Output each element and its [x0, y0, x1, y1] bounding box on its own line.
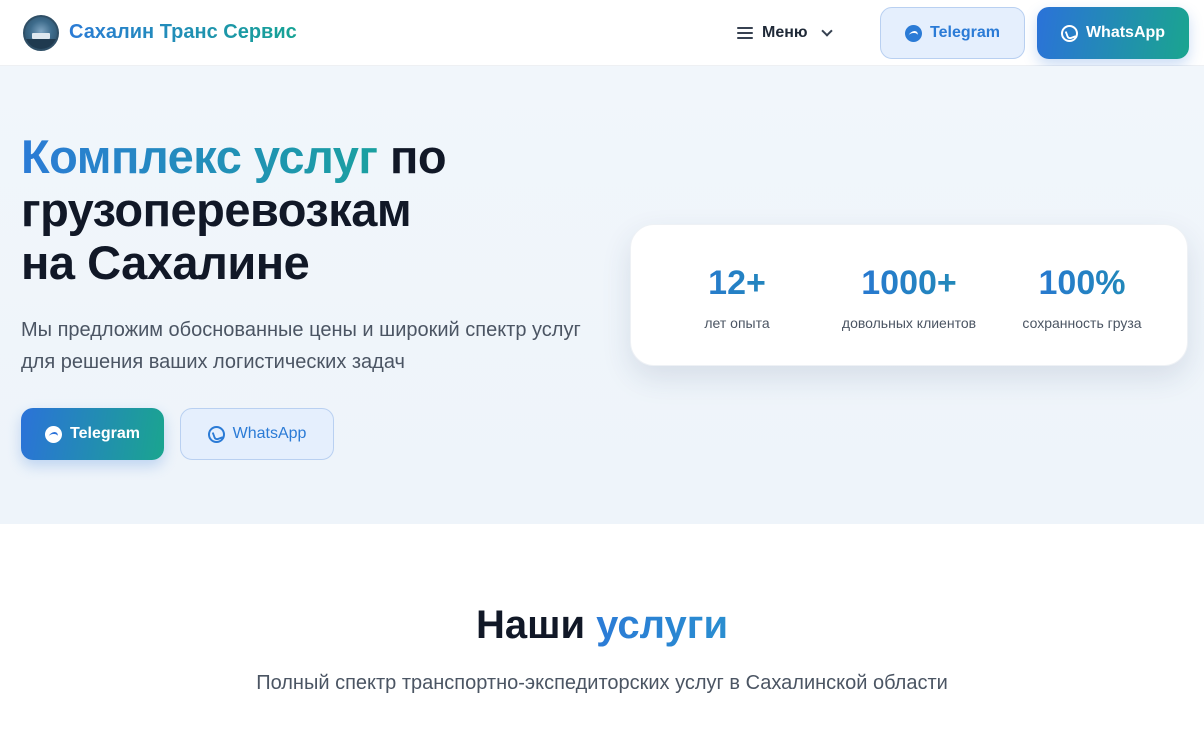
stat-value: 12+ — [651, 263, 823, 303]
hero-subtitle: Мы предложим обоснованные цены и широкий… — [21, 319, 581, 373]
header-telegram-label: Telegram — [930, 24, 1000, 41]
hero-title-accent: Комплекс услуг — [21, 130, 378, 183]
services-title: Наши услуги — [0, 603, 1204, 648]
stats-card: 12+ лет опыта 1000+ довольных клиентов 1… — [630, 224, 1188, 366]
hero-whatsapp-label: WhatsApp — [232, 425, 307, 442]
hero-whatsapp-button[interactable]: WhatsApp — [180, 408, 334, 460]
menu-dropdown[interactable]: Меню — [737, 22, 833, 44]
services-title-plain: Наши — [475, 603, 597, 647]
stat-value: 1000+ — [823, 263, 995, 303]
header-whatsapp-button[interactable]: WhatsApp — [1037, 7, 1189, 59]
logo[interactable] — [23, 15, 59, 51]
stat-label: довольных клиентов — [841, 315, 977, 331]
whatsapp-icon — [1060, 24, 1078, 42]
stat-label: лет опыта — [704, 315, 770, 331]
hero-title-line-2: грузоперевозкам — [21, 183, 412, 236]
telegram-icon — [905, 24, 923, 42]
whatsapp-icon — [207, 425, 225, 443]
menu-label: Меню — [762, 24, 808, 41]
hero-title-line-3: на Сахалине — [21, 236, 310, 289]
telegram-icon — [45, 425, 63, 443]
stat-label: сохранность груза — [1022, 315, 1142, 331]
header-telegram-button[interactable]: Telegram — [880, 7, 1025, 59]
hero-telegram-label: Telegram — [70, 425, 140, 442]
stat-clients: 1000+ довольных клиентов — [823, 263, 995, 331]
header-whatsapp-label: WhatsApp — [1085, 24, 1166, 41]
stat-cargo-safety: 100% сохранность груза — [996, 263, 1168, 331]
brand-name[interactable]: Сахалин Транс Сервис — [69, 21, 297, 44]
stat-value: 100% — [996, 263, 1168, 303]
hero-telegram-button[interactable]: Telegram — [21, 408, 164, 460]
site-header: Сахалин Транс Сервис Меню Telegram Whats… — [0, 0, 1204, 66]
hero-title-rest: по — [377, 130, 447, 183]
services-title-accent: услуги — [596, 603, 729, 647]
menu-icon — [737, 27, 753, 39]
hero-title: Комплекс услуг по грузоперевозкам на Сах… — [21, 130, 601, 289]
stat-experience: 12+ лет опыта — [651, 263, 823, 331]
services-subtitle: Полный спектр транспортно-экспедиторских… — [256, 672, 948, 694]
chevron-down-icon — [820, 25, 833, 37]
